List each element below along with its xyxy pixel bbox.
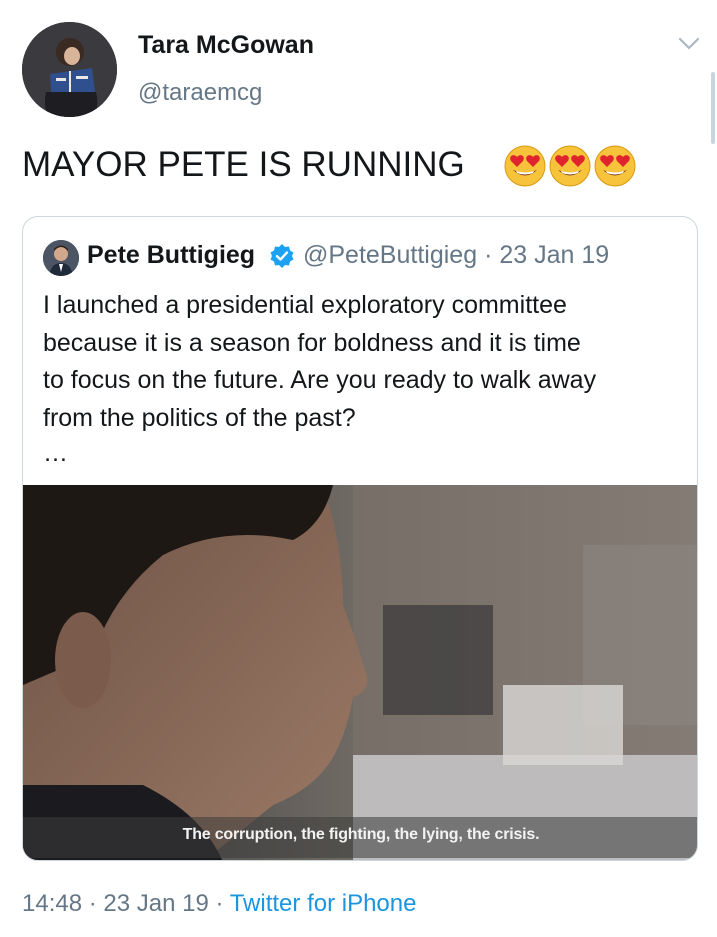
quoted-text-line: I launched a presidential exploratory co… bbox=[43, 291, 567, 319]
tweet-text: MAYOR PETE IS RUNNING bbox=[22, 145, 465, 184]
heart-eyes-emoji-icon bbox=[549, 145, 591, 187]
author-avatar[interactable] bbox=[22, 22, 117, 117]
quoted-tweet-card[interactable]: Pete Buttigieg @PeteButtigieg · 23 Jan 1… bbox=[22, 216, 698, 861]
avatar-portrait-icon bbox=[43, 240, 79, 276]
emoji-group bbox=[502, 143, 637, 189]
video-subtitle: The corruption, the fighting, the lying,… bbox=[182, 826, 540, 843]
tweet-source-link[interactable]: Twitter for iPhone bbox=[230, 890, 417, 917]
quoted-date[interactable]: 23 Jan 19 bbox=[499, 241, 609, 269]
quoted-author-name[interactable]: Pete Buttigieg bbox=[87, 241, 255, 270]
quoted-text-line: to focus on the future. Are you ready to… bbox=[43, 366, 597, 394]
video-frame-image bbox=[23, 485, 697, 860]
separator-dot: · bbox=[82, 890, 104, 917]
video-still[interactable]: The corruption, the fighting, the lying,… bbox=[23, 485, 697, 860]
avatar-reading-book-icon bbox=[22, 22, 117, 117]
author-name[interactable]: Tara McGowan bbox=[138, 31, 314, 60]
heart-eyes-emoji-icon bbox=[594, 145, 636, 187]
quoted-author-avatar[interactable] bbox=[43, 240, 79, 276]
author-handle[interactable]: @taraemcg bbox=[138, 79, 262, 107]
separator-dot: · bbox=[484, 241, 493, 269]
scrollbar[interactable] bbox=[711, 72, 715, 144]
quoted-text-line: because it is a season for boldness and … bbox=[43, 328, 581, 357]
quoted-tweet-text: I launched a presidential exploratory co… bbox=[43, 287, 683, 437]
verified-badge-icon bbox=[270, 244, 294, 268]
quoted-text-line: from the politics of the past? bbox=[43, 403, 356, 432]
separator-dot: · bbox=[208, 890, 230, 917]
tweet-time[interactable]: 14:48 bbox=[22, 890, 82, 917]
chevron-down-icon[interactable] bbox=[678, 36, 700, 52]
tweet-meta: 14:48 · 23 Jan 19 · Twitter for iPhone bbox=[22, 890, 416, 918]
quoted-handle-and-date[interactable]: @PeteButtigieg · 23 Jan 19 bbox=[303, 241, 609, 270]
quoted-handle[interactable]: @PeteButtigieg bbox=[303, 241, 477, 269]
truncation-ellipsis: … bbox=[43, 439, 68, 467]
tweet-date[interactable]: 23 Jan 19 bbox=[103, 890, 208, 917]
heart-eyes-emoji-icon bbox=[504, 145, 546, 187]
